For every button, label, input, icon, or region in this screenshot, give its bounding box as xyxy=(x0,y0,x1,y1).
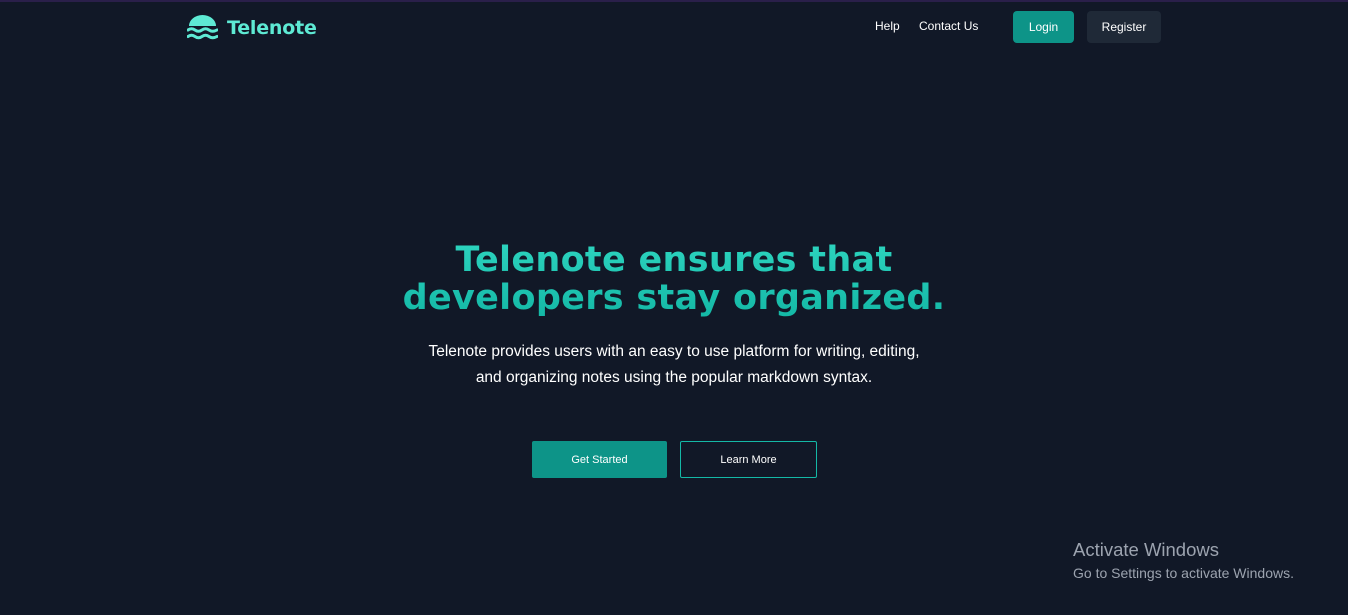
watermark-title: Activate Windows xyxy=(1073,539,1219,560)
learn-more-button[interactable]: Learn More xyxy=(680,441,817,478)
hero-title-line-1: Telenote ensures that xyxy=(455,240,893,280)
get-started-button[interactable]: Get Started xyxy=(532,441,667,478)
register-button[interactable]: Register xyxy=(1087,11,1161,43)
login-button[interactable]: Login xyxy=(1013,11,1074,43)
waves-logo-icon xyxy=(187,15,218,40)
nav-link-help[interactable]: Help xyxy=(875,19,900,33)
watermark-subtitle: Go to Settings to activate Windows. xyxy=(1073,565,1294,581)
brand-home-link[interactable]: Telenote xyxy=(187,14,317,41)
nav-link-contact-us[interactable]: Contact Us xyxy=(919,19,978,33)
hero-subtitle: Telenote provides users with an easy to … xyxy=(428,343,920,386)
hero-title: Telenote ensures that developers stay or… xyxy=(374,241,974,317)
windows-activation-watermark: Activate Windows Go to Settings to activ… xyxy=(1073,539,1294,585)
navbar: Telenote Help Contact Us Login Register xyxy=(0,0,1348,56)
hero-title-line-2: developers stay organized. xyxy=(402,278,946,318)
brand-name: Telenote xyxy=(227,16,317,39)
